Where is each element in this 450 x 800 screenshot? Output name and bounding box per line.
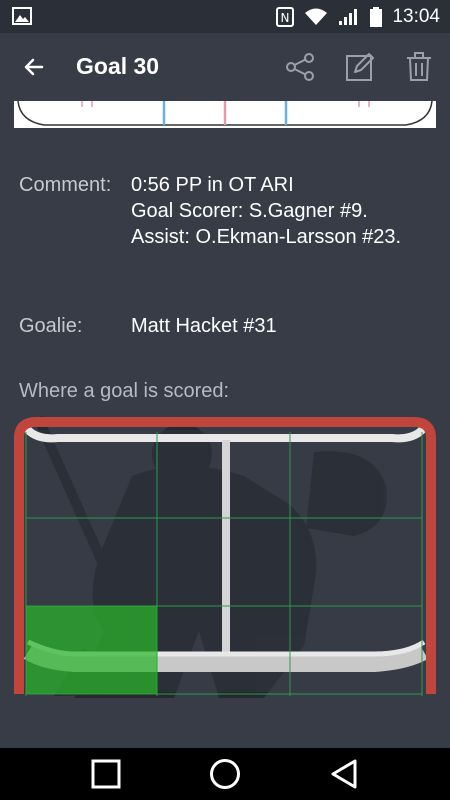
status-bar: N 13:04 (0, 0, 450, 33)
app-bar: Goal 30 (0, 33, 450, 101)
recents-button[interactable] (76, 754, 136, 794)
goal-net (14, 416, 436, 698)
comment-line: Goal Scorer: S.Gagner #9. (131, 200, 368, 222)
status-time: 13:04 (392, 5, 440, 27)
share-button[interactable] (280, 47, 320, 87)
comment-label: Comment: (19, 174, 112, 196)
zone-bottom-right[interactable] (290, 606, 422, 694)
goalie-value: Matt Hacket #31 (131, 315, 277, 337)
home-button[interactable] (195, 754, 255, 794)
nfc-icon: N (276, 6, 295, 27)
arrow-left-icon (24, 58, 44, 76)
zone-top-right[interactable] (290, 432, 422, 520)
zone-bottom-center[interactable] (157, 606, 290, 694)
wifi-icon (305, 8, 328, 25)
comment-value: 0:56 PP in OT ARI Goal Scorer: S.Gagner … (131, 172, 401, 250)
zone-middle-right[interactable] (290, 518, 422, 606)
navigation-bar (0, 748, 450, 800)
svg-text:N: N (281, 11, 290, 25)
comment-line: 0:56 PP in OT ARI (131, 174, 294, 196)
zone-middle-center[interactable] (157, 518, 290, 606)
home-icon (210, 759, 240, 789)
comment-line: Assist: O.Ekman-Larsson #23. (131, 226, 402, 248)
battery-icon (370, 6, 383, 27)
zone-top-left[interactable] (26, 432, 156, 520)
back-icon (331, 759, 357, 789)
delete-icon (407, 52, 431, 81)
delete-button[interactable] (399, 47, 439, 87)
zone-bottom-left[interactable] (26, 606, 157, 694)
edit-icon (346, 53, 374, 81)
zone-top-center[interactable] (157, 432, 290, 520)
nav-back-button[interactable] (314, 754, 374, 794)
signal-icon (339, 8, 358, 25)
share-icon (286, 53, 314, 81)
goal-section-title: Where a goal is scored: (19, 380, 230, 402)
zone-middle-left[interactable] (26, 518, 156, 606)
page-title: Goal 30 (76, 53, 160, 79)
back-button[interactable] (14, 47, 54, 87)
goalie-label: Goalie: (19, 315, 83, 337)
edit-button[interactable] (340, 47, 380, 87)
gallery-icon (12, 7, 32, 25)
rink-diagram (14, 101, 436, 128)
rink-lines (17, 101, 433, 126)
recents-icon (91, 759, 121, 789)
